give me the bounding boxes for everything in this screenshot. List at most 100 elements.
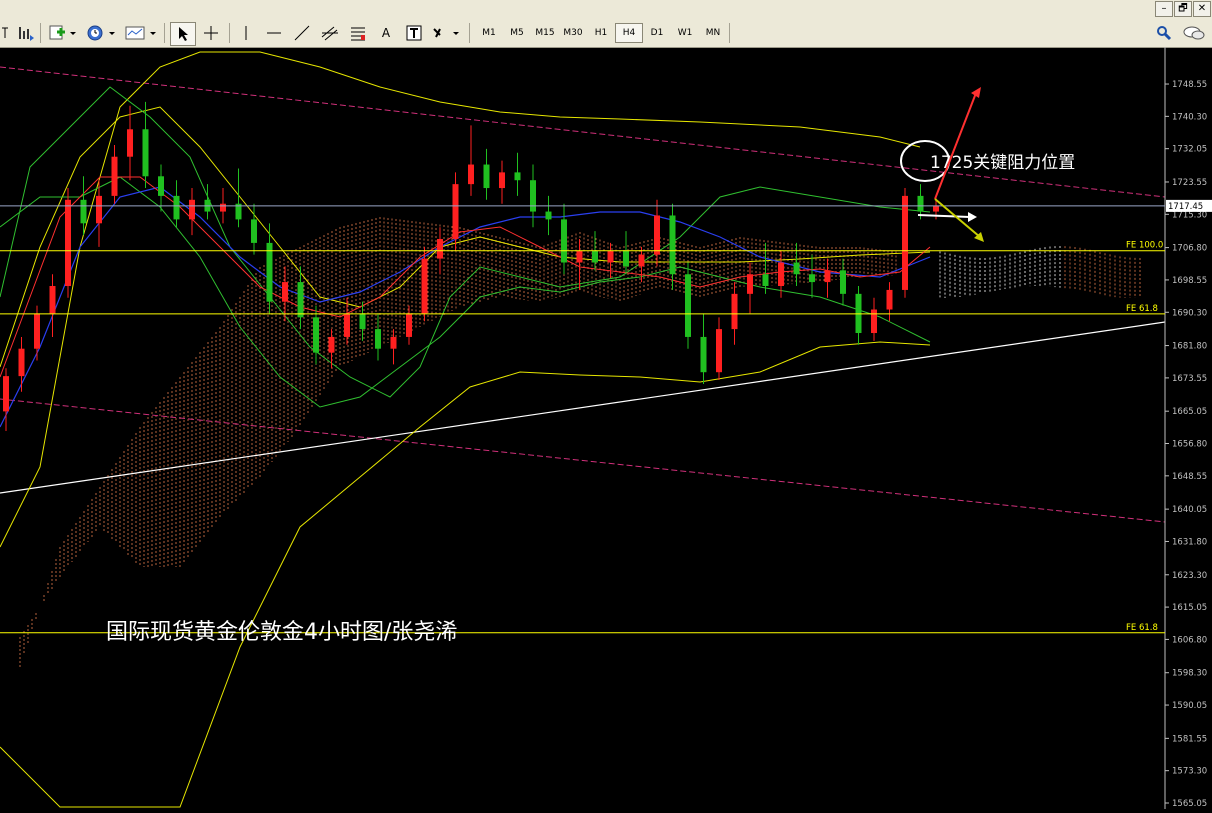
- candle-body: [297, 282, 304, 318]
- clock-icon[interactable]: [84, 22, 118, 44]
- candle-body: [917, 195, 924, 212]
- candle-body: [49, 286, 56, 314]
- candle-body: [840, 270, 846, 294]
- arrows-icon[interactable]: [430, 22, 464, 44]
- crosshair-icon[interactable]: [199, 22, 223, 44]
- minimize-button[interactable]: –: [1155, 1, 1173, 17]
- candle-body: [158, 176, 164, 196]
- axis-tick-label: 1723.55: [1172, 178, 1207, 188]
- timeframe-w1[interactable]: W1: [672, 23, 698, 43]
- candle-body: [142, 129, 149, 177]
- candle-body: [251, 219, 257, 243]
- candle-body: [716, 329, 722, 373]
- bollinger-lower: [0, 341, 931, 808]
- current-price-label: 1717.45: [1168, 202, 1203, 212]
- axis-tick-label: 1598.30: [1172, 669, 1207, 679]
- candle-body: [189, 199, 195, 220]
- bollinger-mid: [0, 106, 931, 368]
- fe-level-label: FE 100.0: [1126, 241, 1163, 251]
- trendline-icon[interactable]: [290, 22, 314, 44]
- candle-body: [607, 250, 614, 263]
- axis-tick-label: 1698.55: [1172, 276, 1207, 286]
- axis-tick-label: 1706.80: [1172, 244, 1207, 254]
- text-tool-icon[interactable]: A: [374, 22, 398, 44]
- candle-body: [700, 336, 707, 373]
- price-chart[interactable]: 1748.55 1740.30 1732.05 1723.55 1715.30 1706.…: [0, 47, 1212, 809]
- candle-body: [731, 293, 738, 330]
- candle-body: [809, 274, 815, 283]
- templates-icon[interactable]: [123, 22, 159, 44]
- timeframe-d1[interactable]: D1: [644, 23, 670, 43]
- cursor-icon[interactable]: [170, 22, 196, 46]
- axis-tick-label: 1656.80: [1172, 440, 1207, 450]
- candle-body: [18, 348, 25, 377]
- candle-body: [530, 180, 536, 212]
- candle-body: [452, 184, 459, 239]
- candle-body: [545, 211, 552, 220]
- candle-body: [220, 203, 226, 212]
- text-label-icon[interactable]: [402, 22, 426, 44]
- fe-level-label: FE 61.8: [1126, 304, 1158, 314]
- axis-tick-label: 1681.80: [1172, 342, 1207, 352]
- candle-body: [886, 289, 893, 310]
- vertical-line-icon[interactable]: [234, 22, 258, 44]
- candle-body: [902, 195, 908, 290]
- green-band-lower: [0, 176, 931, 408]
- candle-body: [933, 205, 939, 212]
- channel-upper-line: [0, 66, 1166, 198]
- candle-body: [483, 164, 490, 189]
- timeframe-h1[interactable]: H1: [588, 23, 614, 43]
- support-trendline: [0, 321, 1166, 494]
- candle-body: [592, 250, 598, 263]
- candle-body: [638, 254, 645, 267]
- axis-tick-label: 1623.30: [1172, 571, 1207, 581]
- candle-body: [437, 238, 443, 259]
- axis-tick-label: 1740.30: [1172, 112, 1207, 122]
- timeframe-m5[interactable]: M5: [504, 23, 530, 43]
- timeframe-h4[interactable]: H4: [615, 23, 643, 43]
- timeframe-m30[interactable]: M30: [560, 23, 586, 43]
- fibonacci-icon[interactable]: [346, 22, 370, 44]
- candle-body: [576, 250, 583, 263]
- candle-body: [654, 215, 660, 255]
- candle-body: [344, 313, 350, 337]
- timeframe-m15[interactable]: M15: [532, 23, 558, 43]
- candle-body: [747, 274, 753, 294]
- chat-icon[interactable]: [1180, 22, 1208, 44]
- candle-body: [375, 329, 381, 349]
- channel-icon[interactable]: [318, 22, 342, 44]
- candle-body: [390, 336, 397, 349]
- new-chart-icon[interactable]: [47, 22, 77, 44]
- candle-body: [173, 195, 180, 220]
- axis-tick-label: 1640.05: [1172, 505, 1207, 515]
- candle-body: [34, 313, 40, 349]
- chart-canvas[interactable]: 1748.551740.301732.051723.551715.301706.…: [0, 47, 1212, 809]
- candles-layer: [3, 101, 939, 431]
- candle-body: [3, 376, 9, 412]
- search-icon[interactable]: [1153, 22, 1175, 44]
- axis-tick-label: 1673.55: [1172, 374, 1207, 384]
- horizontal-line-icon[interactable]: [262, 22, 286, 44]
- chart-shift-icon[interactable]: [0, 22, 10, 44]
- annotations: 1725关键阻力位置 国际现货黄金伦敦金4小时图/张尧浠: [106, 87, 1075, 645]
- axis-tick-label: 1690.30: [1172, 308, 1207, 318]
- candle-body: [561, 219, 567, 263]
- axis-tick-label: 1665.05: [1172, 407, 1207, 417]
- candle-body: [499, 172, 505, 189]
- axis-tick-label: 1748.55: [1172, 80, 1207, 90]
- fibonacci-levels: FE 100.0 FE 61.8 FE 61.8: [0, 241, 1165, 634]
- fe-level-label: FE 61.8: [1126, 623, 1158, 633]
- axis-tick-label: 1573.30: [1172, 767, 1207, 777]
- candle-body: [80, 199, 87, 224]
- restore-button[interactable]: 🗗: [1174, 1, 1192, 17]
- autoscroll-icon[interactable]: [14, 22, 36, 44]
- candle-body: [328, 336, 335, 353]
- timeframe-m1[interactable]: M1: [476, 23, 502, 43]
- candle-body: [406, 313, 412, 337]
- toolbar: – 🗗 ✕ A M1 M5 M15 M30 H1 H4 D1 W1 MN: [0, 0, 1212, 48]
- candle-body: [871, 309, 877, 334]
- timeframe-mn[interactable]: MN: [700, 23, 726, 43]
- chart-caption: 国际现货黄金伦敦金4小时图/张尧浠: [106, 620, 457, 645]
- candle-body: [421, 258, 428, 314]
- close-button[interactable]: ✕: [1193, 1, 1211, 17]
